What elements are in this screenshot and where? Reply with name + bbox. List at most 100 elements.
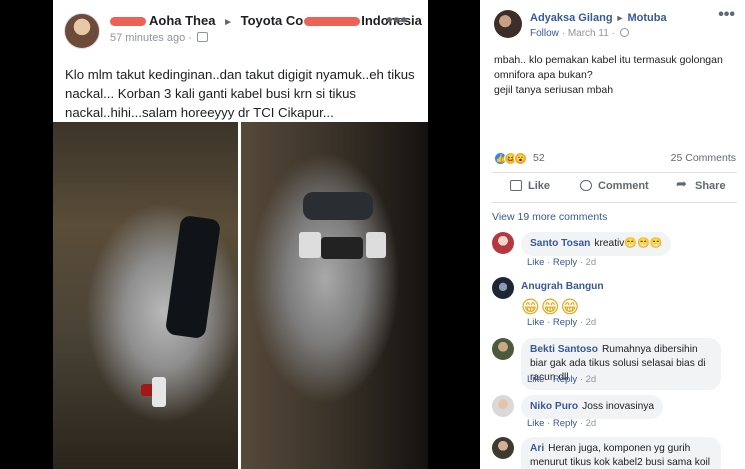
thumbs-up-icon	[510, 180, 522, 191]
post-author-name[interactable]: Aoha Thea	[149, 13, 215, 28]
commenter-name[interactable]: Ari	[530, 443, 544, 454]
car-windshield-shape	[303, 192, 373, 220]
comment-reply-link[interactable]: Reply	[553, 257, 577, 268]
separator-dot: ·	[579, 317, 583, 328]
panel-text-line: mbah.. klo pemakan kabel itu termasuk go…	[494, 54, 723, 81]
reaction-count: 52	[533, 152, 545, 164]
post-card: Aoha Thea ► Toyota Co Indonesia 57 minute…	[53, 0, 428, 469]
arrow-right-icon: ►	[223, 17, 233, 28]
car-headlight-shape	[299, 232, 321, 258]
separator-dot: ·	[188, 32, 192, 44]
panel-text-line: gejil tanya seriusan mbah	[494, 84, 614, 96]
separator-dot: ·	[547, 317, 551, 328]
panel-meta: Follow · March 11 ·	[530, 28, 629, 39]
commenter-avatar[interactable]	[492, 277, 514, 299]
share-button[interactable]: Share	[676, 177, 726, 192]
separator-dot: ·	[579, 257, 583, 268]
comment-reply-link[interactable]: Reply	[553, 418, 577, 429]
comment-reply-link[interactable]: Reply	[553, 374, 577, 385]
commenter-name[interactable]: Santo Tosan	[530, 238, 590, 249]
post-header: Aoha Thea ► Toyota Co Indonesia 57 minute…	[53, 0, 428, 56]
comment-icon	[580, 180, 592, 191]
panel-author-avatar[interactable]	[494, 10, 522, 38]
share-label: Share	[695, 180, 726, 192]
redaction-mark	[304, 17, 361, 27]
divider	[492, 202, 737, 203]
comment-bubble: Santo Tosan kreativ😁😁😁	[521, 232, 672, 256]
comment-meta: Like · Reply · 2d	[527, 317, 596, 328]
commenter-name[interactable]: Anugrah Bangun	[521, 281, 604, 292]
car-window-shape	[164, 214, 222, 340]
comment-item: Ari Heran juga, komponen yg gurih menurut…	[492, 437, 742, 469]
post-text: Klo mlm takut kedinginan..dan takut digi…	[65, 67, 415, 120]
comment-time[interactable]: 2d	[586, 374, 597, 385]
privacy-icon[interactable]	[196, 32, 208, 42]
commenter-name[interactable]: Bekti Santoso	[530, 344, 598, 355]
post-photos	[53, 122, 428, 469]
comment-meta: Like · Reply · 2d	[527, 257, 596, 268]
separator-dot: ·	[547, 257, 551, 268]
comment-item: Anugrah Bangun 😁😁😁 Like · Reply · 2d	[492, 277, 742, 329]
separator-dot: ·	[611, 28, 615, 39]
commenter-avatar[interactable]	[492, 437, 514, 459]
more-options-icon[interactable]: •••	[386, 10, 408, 31]
share-icon	[676, 177, 689, 192]
post-photo-car-side[interactable]	[53, 122, 238, 469]
comment-reply-link[interactable]: Reply	[553, 317, 577, 328]
panel-date[interactable]: March 11	[568, 28, 609, 39]
view-more-comments-link[interactable]: View 19 more comments	[492, 211, 607, 223]
comment-text: Joss inovasinya	[582, 401, 655, 412]
panel-group-name[interactable]: Motuba	[627, 12, 666, 24]
separator-dot: ·	[547, 418, 551, 429]
comment-item: Santo Tosan kreativ😁😁😁 Like · Reply · 2d	[492, 232, 742, 268]
commenter-name[interactable]: Niko Puro	[530, 401, 578, 412]
separator-dot: ·	[561, 28, 566, 39]
separator-dot: ·	[579, 418, 583, 429]
panel-author-name[interactable]: Adyaksa Gilang	[530, 12, 613, 24]
comment-bubble: Niko Puro Joss inovasinya	[521, 395, 664, 419]
arrow-right-icon: ►	[615, 13, 625, 23]
comment-text: Heran juga, komponen yg gurih menurut ti…	[530, 443, 711, 468]
post-timestamp: 57 minutes ago ·	[110, 32, 208, 44]
car-headlight-shape	[366, 232, 386, 258]
car-reflection-shape	[152, 377, 166, 407]
comment-bubble: Ari Heran juga, komponen yg gurih menurut…	[521, 437, 721, 469]
panel-post-text: mbah.. klo pemakan kabel itu termasuk go…	[494, 53, 739, 98]
comment-like-link[interactable]: Like	[527, 418, 544, 429]
comment-meta: Like · Reply · 2d	[527, 418, 596, 429]
commenter-avatar[interactable]	[492, 338, 514, 360]
post-header-title: Aoha Thea ► Toyota Co Indonesia	[110, 13, 422, 28]
follow-link[interactable]: Follow	[530, 28, 559, 39]
panel-header: Adyaksa Gilang ► Motuba Follow · March 11 …	[480, 0, 745, 44]
post-author-avatar[interactable]	[64, 13, 100, 49]
post-photo-car-front[interactable]	[241, 122, 428, 469]
like-label: Like	[528, 180, 551, 192]
comment-item: Bekti Santoso Rumahnya dibersihin biar ga…	[492, 338, 742, 390]
post-group-name[interactable]: Toyota Co	[241, 13, 304, 28]
comments-count-link[interactable]: 25 Comments	[671, 152, 736, 164]
separator-dot: ·	[579, 374, 583, 385]
like-button[interactable]: Like	[510, 180, 550, 192]
comment-time[interactable]: 2d	[586, 418, 597, 429]
separator-dot: ·	[547, 374, 551, 385]
comment-like-link[interactable]: Like	[527, 317, 544, 328]
comment-time[interactable]: 2d	[586, 317, 597, 328]
comment-item: Niko Puro Joss inovasinya Like · Reply · …	[492, 395, 742, 431]
comment-like-link[interactable]: Like	[527, 257, 544, 268]
commenter-avatar[interactable]	[492, 232, 514, 254]
car-grille-shape	[321, 237, 363, 259]
comment-text: kreativ😁😁😁	[594, 238, 663, 249]
post-actions: Like Comment Share	[480, 176, 745, 198]
comment-button[interactable]: Comment	[580, 180, 649, 192]
comment-time[interactable]: 2d	[586, 257, 597, 268]
commenter-avatar[interactable]	[492, 395, 514, 417]
panel-header-title: Adyaksa Gilang ► Motuba	[530, 12, 667, 24]
wow-reaction-icon: 😮	[514, 151, 527, 165]
more-options-icon[interactable]: •••	[718, 6, 735, 24]
divider	[492, 172, 737, 173]
globe-icon	[619, 28, 629, 37]
comment-like-link[interactable]: Like	[527, 374, 544, 385]
post-time[interactable]: 57 minutes ago	[110, 32, 185, 44]
reactions-summary[interactable]: 👍 😆 😮 52	[494, 150, 545, 166]
comment-label: Comment	[598, 180, 649, 192]
